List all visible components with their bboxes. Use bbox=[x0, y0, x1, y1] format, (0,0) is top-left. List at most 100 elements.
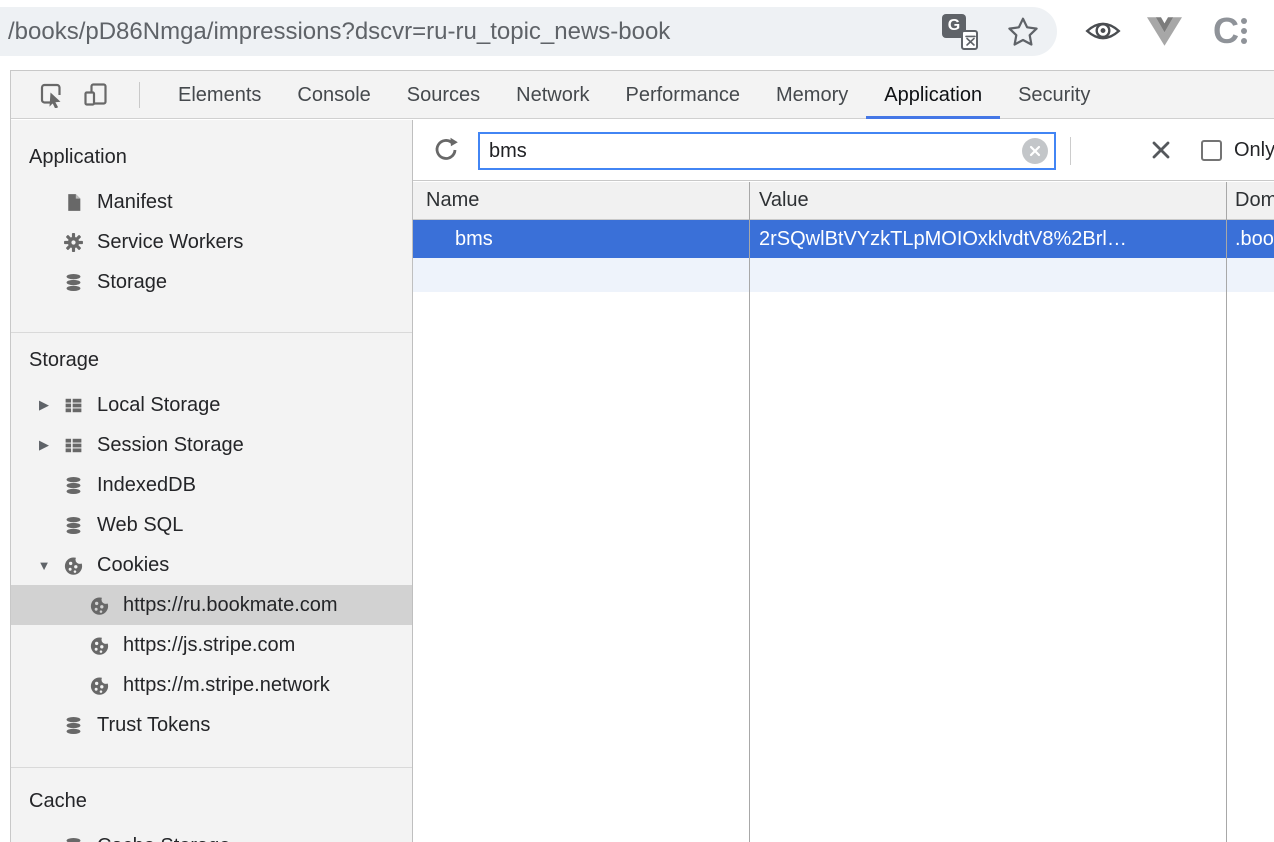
sidebar-item-indexeddb[interactable]: IndexedDB bbox=[11, 465, 412, 505]
item-label: Cookies bbox=[97, 554, 169, 577]
tab-security[interactable]: Security bbox=[1000, 71, 1108, 119]
item-label: IndexedDB bbox=[97, 474, 196, 497]
cookies-toolbar: Only show cookies with an issue bbox=[413, 120, 1274, 181]
cookie-icon bbox=[89, 635, 110, 656]
sidebar-item-session-storage[interactable]: ▶ Session Storage bbox=[11, 425, 412, 465]
device-toolbar-button[interactable] bbox=[77, 77, 113, 113]
tab-performance[interactable]: Performance bbox=[608, 71, 759, 119]
c-extension-icon[interactable]: C bbox=[1213, 13, 1247, 49]
devtools-body: Application Manifest Service Workers Sto… bbox=[11, 120, 1274, 842]
database-icon bbox=[63, 515, 84, 536]
section-title: Storage bbox=[29, 345, 412, 375]
column-header-domain[interactable]: Domain bbox=[1227, 182, 1274, 219]
chevron-right-icon[interactable]: ▶ bbox=[35, 437, 53, 453]
cookies-panel: Only show cookies with an issue Name Val… bbox=[413, 120, 1274, 842]
database-icon bbox=[63, 836, 84, 842]
inspect-element-button[interactable] bbox=[33, 77, 69, 113]
refresh-icon bbox=[431, 135, 461, 165]
devtools-tabs: Elements Console Sources Network Perform… bbox=[160, 71, 1108, 119]
sidebar-item-cookies-ru-bookmate[interactable]: https://ru.bookmate.com bbox=[11, 585, 412, 625]
database-icon bbox=[63, 272, 84, 293]
chevron-down-icon[interactable]: ▼ bbox=[35, 558, 53, 573]
item-label: Cache Storage bbox=[97, 835, 230, 842]
item-label: https://js.stripe.com bbox=[123, 634, 295, 657]
cookie-filter-box bbox=[478, 132, 1056, 170]
column-header-name[interactable]: Name bbox=[413, 182, 750, 219]
toolbar-separator bbox=[1070, 137, 1071, 165]
tab-elements[interactable]: Elements bbox=[160, 71, 279, 119]
bookmark-star-icon[interactable] bbox=[1006, 15, 1040, 49]
only-issue-checkbox[interactable] bbox=[1201, 140, 1222, 161]
sidebar-item-service-workers[interactable]: Service Workers bbox=[11, 222, 412, 262]
cookies-table: Name Value Domain bms 2rSQwlBtVYzkTLpMOI… bbox=[413, 182, 1274, 842]
item-label: https://ru.bookmate.com bbox=[123, 594, 338, 617]
sidebar-item-trust-tokens[interactable]: Trust Tokens bbox=[11, 705, 412, 745]
sidebar-item-web-sql[interactable]: Web SQL bbox=[11, 505, 412, 545]
only-issue-label: Only show cookies with an issue bbox=[1234, 120, 1274, 181]
cookie-filter-input[interactable] bbox=[480, 140, 1022, 163]
cookie-value: 2rSQwlBtVYzkTLpMOIOxklvdtV8%2Brl… bbox=[750, 220, 1227, 258]
url-text: /books/pD86Nmga/impressions?dscvr=ru-ru_… bbox=[8, 18, 942, 46]
item-label: Web SQL bbox=[97, 514, 183, 537]
sidebar-item-cookies[interactable]: ▼ Cookies bbox=[11, 545, 412, 585]
item-label: Service Workers bbox=[97, 231, 243, 254]
devtools-tabbar: Elements Console Sources Network Perform… bbox=[11, 71, 1274, 119]
tab-memory[interactable]: Memory bbox=[758, 71, 866, 119]
url-bar[interactable]: /books/pD86Nmga/impressions?dscvr=ru-ru_… bbox=[0, 7, 1057, 56]
sidebar-section-cache: Cache Cache Storage bbox=[11, 768, 412, 842]
omnibox-icons: G bbox=[942, 14, 1040, 50]
sidebar-item-manifest[interactable]: Manifest bbox=[11, 182, 412, 222]
table-row-selected[interactable]: bms 2rSQwlBtVYzkTLpMOIOxklvdtV8%2Brl… .b… bbox=[413, 220, 1274, 258]
sidebar-item-cookies-js-stripe[interactable]: https://js.stripe.com bbox=[11, 625, 412, 665]
devtools-window: Elements Console Sources Network Perform… bbox=[10, 70, 1274, 842]
toolbar-separator bbox=[139, 82, 140, 108]
item-label: Local Storage bbox=[97, 394, 220, 417]
item-label: Trust Tokens bbox=[97, 714, 210, 737]
inspect-cursor-icon bbox=[38, 81, 65, 108]
screen: /books/pD86Nmga/impressions?dscvr=ru-ru_… bbox=[0, 0, 1274, 842]
item-label: Session Storage bbox=[97, 434, 244, 457]
application-sidebar: Application Manifest Service Workers Sto… bbox=[11, 120, 413, 842]
clear-filter-button[interactable] bbox=[1022, 138, 1048, 164]
sidebar-section-application: Application Manifest Service Workers Sto… bbox=[11, 120, 412, 333]
sidebar-item-local-storage[interactable]: ▶ Local Storage bbox=[11, 385, 412, 425]
table-row-empty[interactable] bbox=[413, 258, 1274, 292]
close-x-icon bbox=[1147, 136, 1175, 164]
database-icon bbox=[63, 475, 84, 496]
tab-console[interactable]: Console bbox=[279, 71, 388, 119]
sidebar-item-cache-storage[interactable]: Cache Storage bbox=[11, 826, 412, 842]
cookie-icon bbox=[63, 555, 84, 576]
cookie-domain: .bookmate.com bbox=[1227, 220, 1274, 258]
tab-network[interactable]: Network bbox=[498, 71, 607, 119]
document-icon bbox=[63, 192, 84, 213]
section-title: Application bbox=[29, 142, 412, 172]
cookie-icon bbox=[89, 675, 110, 696]
clear-x-icon bbox=[1027, 143, 1043, 159]
cookie-icon bbox=[89, 595, 110, 616]
extension-toolbar: C bbox=[1084, 0, 1247, 62]
table-icon bbox=[63, 435, 84, 456]
item-label: https://m.stripe.network bbox=[123, 674, 330, 697]
item-label: Storage bbox=[97, 271, 167, 294]
cookie-name: bms bbox=[413, 220, 750, 258]
column-divider[interactable] bbox=[1226, 182, 1227, 842]
chevron-right-icon[interactable]: ▶ bbox=[35, 397, 53, 413]
sidebar-item-cookies-m-stripe[interactable]: https://m.stripe.network bbox=[11, 665, 412, 705]
database-icon bbox=[63, 715, 84, 736]
column-divider[interactable] bbox=[749, 182, 750, 842]
device-toolbar-icon bbox=[82, 81, 109, 108]
sidebar-item-storage[interactable]: Storage bbox=[11, 262, 412, 302]
vue-devtools-icon[interactable] bbox=[1147, 16, 1182, 47]
tab-sources[interactable]: Sources bbox=[389, 71, 498, 119]
gear-icon bbox=[63, 232, 84, 253]
browser-top-bar: /books/pD86Nmga/impressions?dscvr=ru-ru_… bbox=[0, 0, 1274, 62]
tab-application[interactable]: Application bbox=[866, 71, 1000, 119]
clear-all-cookies-button[interactable] bbox=[1146, 136, 1176, 166]
sidebar-section-storage: Storage ▶ Local Storage ▶ Session Storag… bbox=[11, 333, 412, 768]
eye-extension-icon[interactable] bbox=[1084, 12, 1122, 50]
refresh-button[interactable] bbox=[429, 134, 463, 168]
table-icon bbox=[63, 395, 84, 416]
item-label: Manifest bbox=[97, 191, 173, 214]
translate-icon[interactable]: G bbox=[942, 14, 978, 50]
column-header-value[interactable]: Value bbox=[750, 182, 1227, 219]
